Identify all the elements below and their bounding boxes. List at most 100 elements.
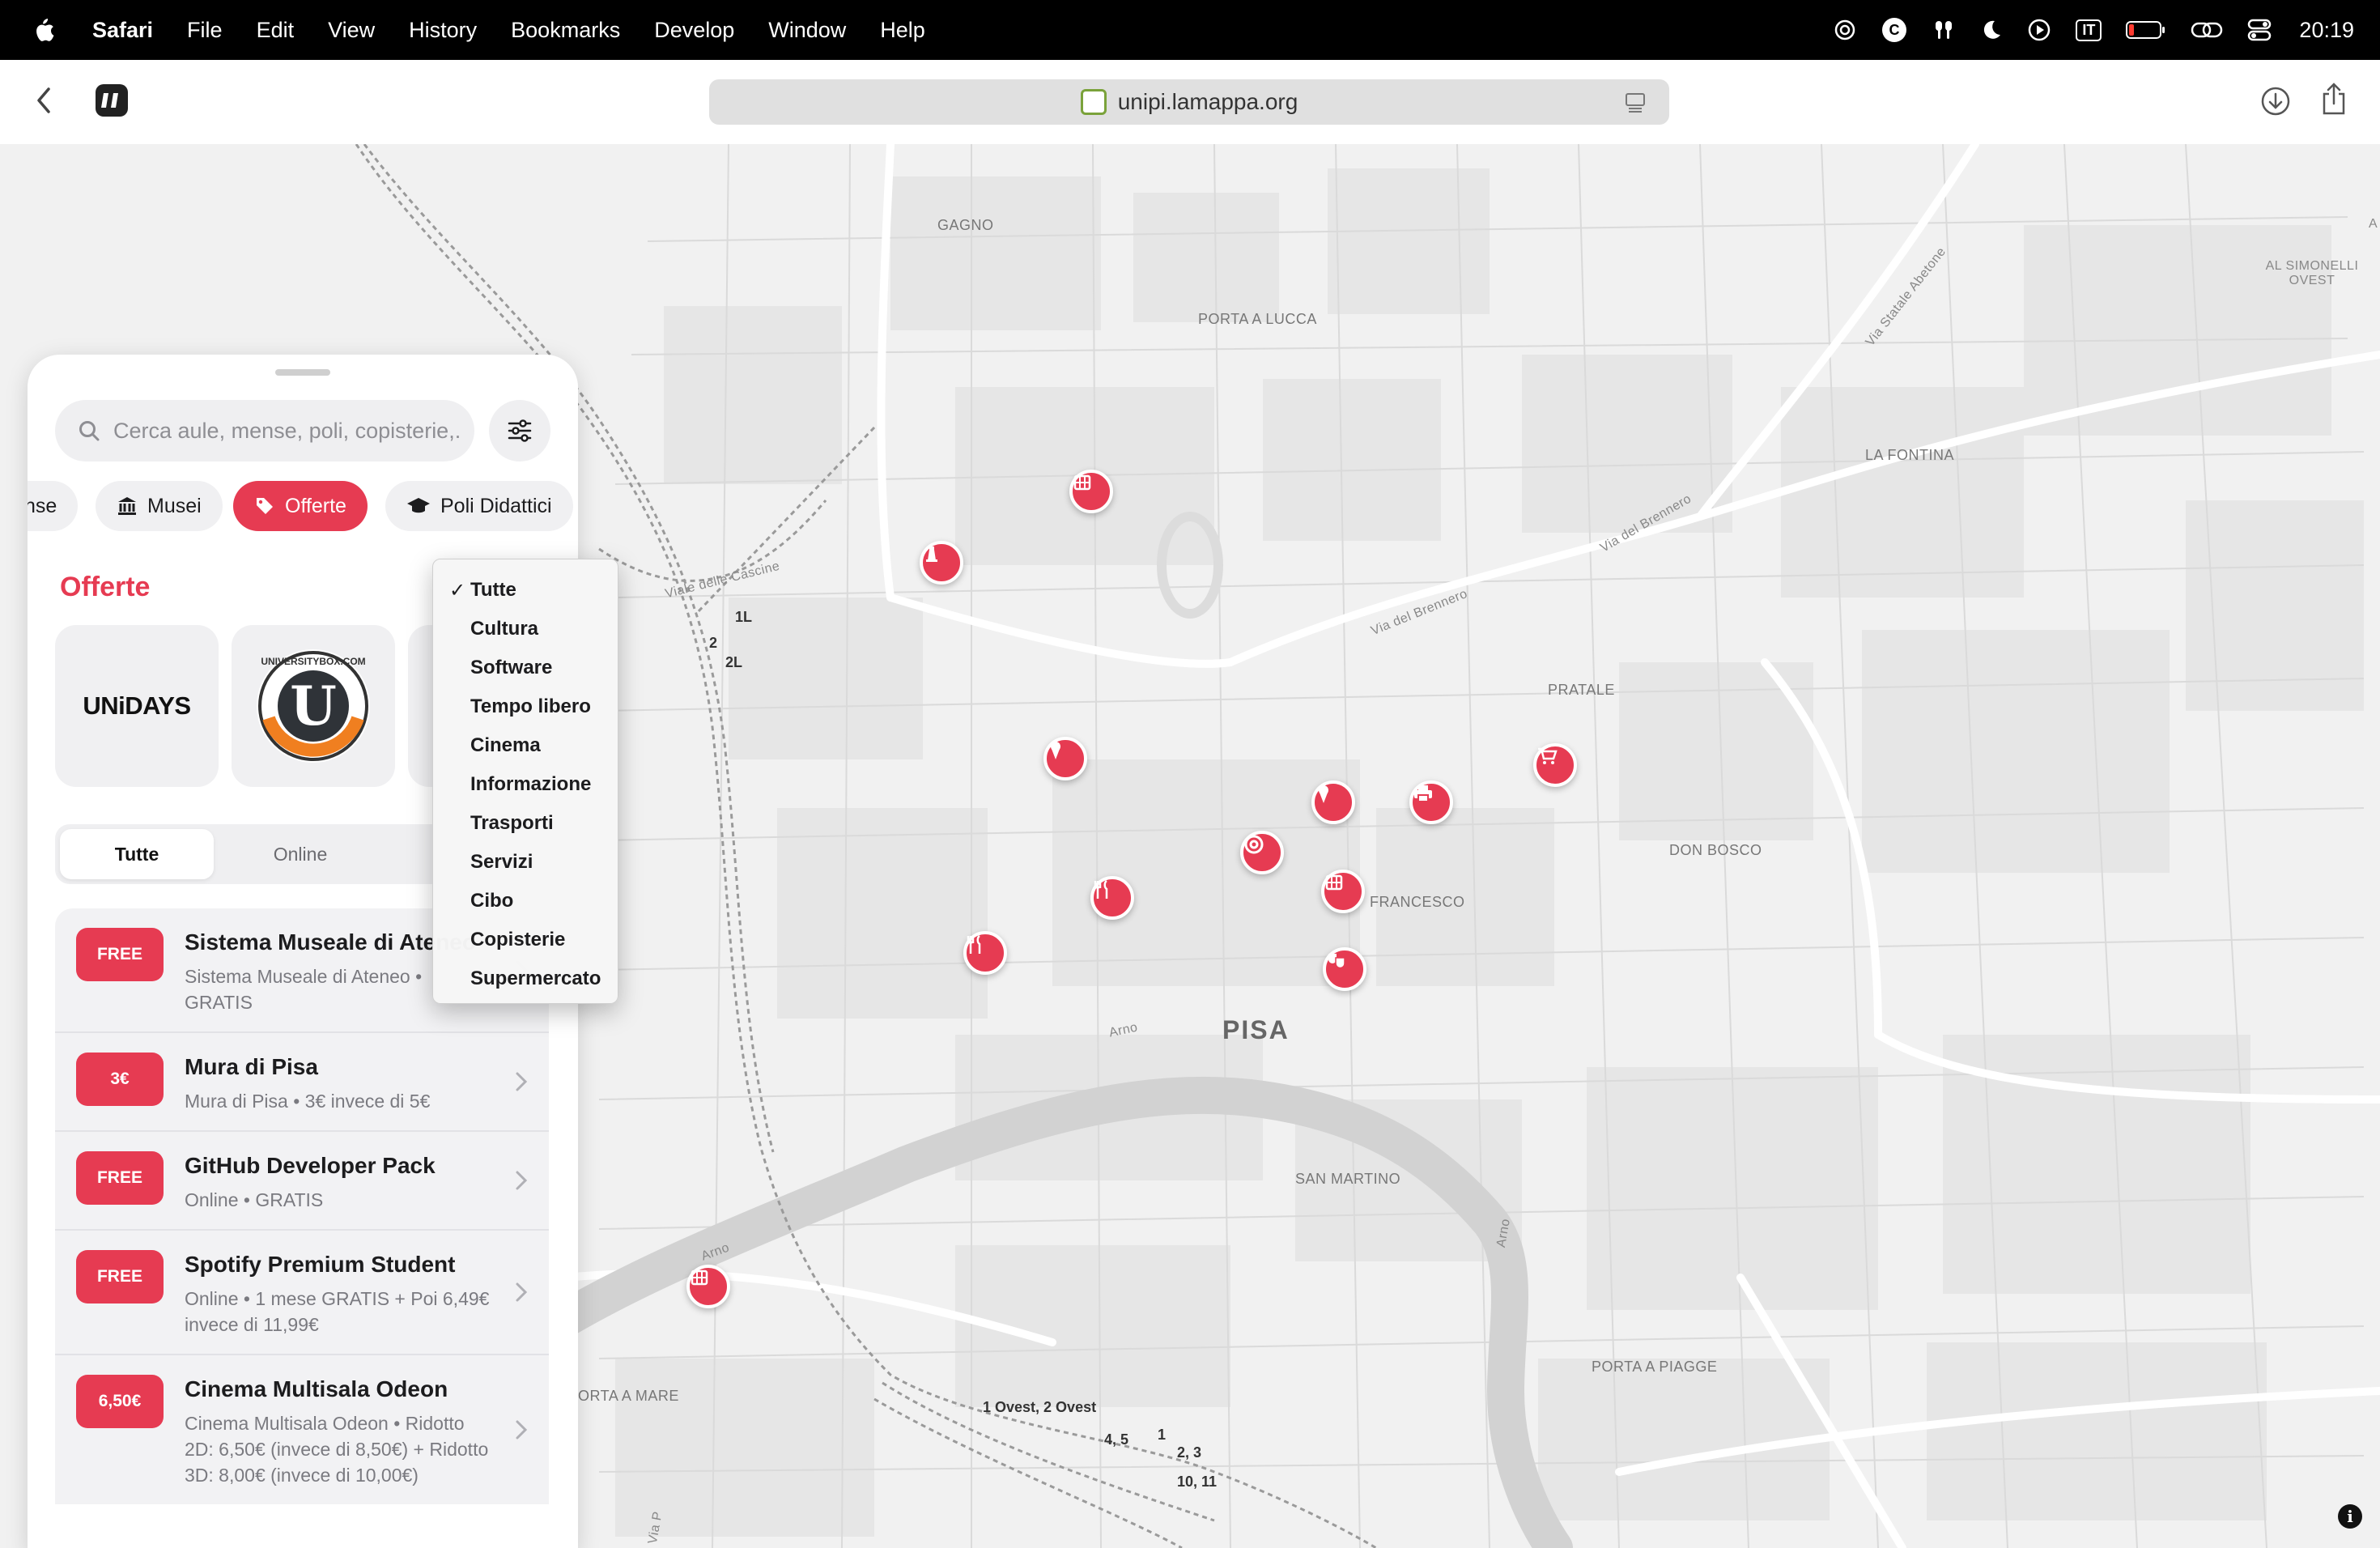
menu-app-name[interactable]: Safari bbox=[92, 18, 153, 43]
dropdown-option-cultura[interactable]: Cultura bbox=[433, 610, 618, 649]
chip-mense[interactable]: nse bbox=[28, 481, 79, 531]
offer-row[interactable]: 3€ Mura di Pisa Mura di Pisa • 3€ invece… bbox=[55, 1033, 549, 1132]
dropdown-option-cinema[interactable]: Cinema bbox=[433, 726, 618, 765]
offer-title: Mura di Pisa bbox=[185, 1054, 318, 1079]
segment-online[interactable]: Online bbox=[223, 829, 377, 879]
map-label-simonelli: AL SIMONELLI OVEST bbox=[2265, 259, 2359, 287]
extension-icon[interactable] bbox=[96, 84, 128, 117]
map-label-pisa: PISA bbox=[1222, 1015, 1290, 1044]
menu-bookmarks[interactable]: Bookmarks bbox=[511, 18, 620, 43]
menu-view[interactable]: View bbox=[328, 18, 375, 43]
dropdown-option-tempo-libero[interactable]: Tempo libero bbox=[433, 687, 618, 726]
brand-card-unidays[interactable]: UNiDAYS bbox=[55, 625, 219, 787]
brand-card-universitybox[interactable]: U UNIVERSITYBOX.COM bbox=[232, 625, 395, 787]
ice-cream-icon bbox=[1319, 785, 1328, 803]
offer-title: Cinema Multisala Odeon bbox=[185, 1376, 448, 1401]
dropdown-option-tutte[interactable]: ✓ Tutte bbox=[433, 571, 618, 610]
filter-button[interactable] bbox=[489, 400, 550, 461]
chevron-right-icon bbox=[516, 1072, 528, 1091]
dropdown-option-copisterie[interactable]: Copisterie bbox=[433, 921, 618, 959]
map-pin-print-shop[interactable] bbox=[1409, 780, 1453, 824]
map-label-edge: A bbox=[2369, 217, 2378, 231]
menu-help[interactable]: Help bbox=[880, 18, 925, 43]
printer-icon bbox=[1414, 785, 1432, 802]
map-pin-service[interactable] bbox=[1240, 831, 1284, 874]
map-label-fontina: LA FONTINA bbox=[1865, 447, 1955, 463]
search-bar[interactable] bbox=[55, 400, 474, 461]
map-pin-cinema[interactable] bbox=[1321, 870, 1365, 913]
map-attribution-info-button[interactable]: i bbox=[2338, 1504, 2362, 1529]
price-badge: FREE bbox=[76, 1250, 164, 1303]
map-pin-supermarket[interactable] bbox=[1533, 743, 1577, 787]
menu-history[interactable]: History bbox=[409, 18, 477, 43]
dropdown-option-servizi[interactable]: Servizi bbox=[433, 843, 618, 882]
map-label-francesco: FRANCESCO bbox=[1370, 894, 1465, 910]
universitybox-logo: U UNIVERSITYBOX.COM bbox=[257, 649, 370, 763]
panel-drag-handle[interactable] bbox=[275, 369, 330, 376]
option-label: Copisterie bbox=[470, 929, 566, 950]
dropdown-option-supermercato[interactable]: Supermercato bbox=[433, 959, 618, 998]
map-label-pratale: PRATALE bbox=[1548, 682, 1615, 698]
rail-label: 1 Ovest, 2 Ovest bbox=[983, 1399, 1097, 1415]
battery-icon[interactable] bbox=[2126, 20, 2166, 40]
airpods-icon[interactable] bbox=[1932, 18, 1956, 42]
offer-row[interactable]: FREE Spotify Premium Student Online • 1 … bbox=[55, 1231, 549, 1355]
map-label-porta-lucca: PORTA A LUCCA bbox=[1198, 311, 1317, 327]
share-icon[interactable] bbox=[2320, 83, 2348, 117]
segment-tutte[interactable]: Tutte bbox=[60, 829, 214, 879]
chip-poli-didattici[interactable]: Poli Didattici bbox=[385, 481, 573, 531]
browser-toolbar: unipi.lamappa.org bbox=[0, 60, 2380, 144]
chip-label: Musei bbox=[147, 494, 202, 517]
offer-row[interactable]: FREE GitHub Developer Pack Online • GRAT… bbox=[55, 1132, 549, 1231]
chevron-right-icon bbox=[516, 1420, 528, 1440]
rail-label: 2, 3 bbox=[1177, 1444, 1202, 1461]
reader-view-icon[interactable] bbox=[1624, 91, 1647, 113]
chip-musei[interactable]: Musei bbox=[96, 481, 223, 531]
dropdown-option-trasporti[interactable]: Trasporti bbox=[433, 804, 618, 843]
menu-edit[interactable]: Edit bbox=[257, 18, 295, 43]
map-pin-ice-cream[interactable] bbox=[1043, 737, 1087, 780]
price-badge: FREE bbox=[76, 1151, 164, 1205]
chip-offerte[interactable]: Offerte bbox=[233, 481, 368, 531]
menu-window[interactable]: Window bbox=[768, 18, 846, 43]
chip-label: Poli Didattici bbox=[440, 494, 552, 517]
map-pin-ice-cream[interactable] bbox=[1311, 780, 1355, 824]
film-icon bbox=[691, 1269, 708, 1286]
link-icon[interactable] bbox=[2191, 19, 2223, 40]
offer-row[interactable]: 6,50€ Cinema Multisala Odeon Cinema Mult… bbox=[55, 1355, 549, 1504]
download-icon[interactable] bbox=[2260, 86, 2291, 117]
apple-icon[interactable] bbox=[32, 17, 55, 43]
map-pin-restaurant[interactable] bbox=[1090, 876, 1134, 920]
map-pin-monument[interactable] bbox=[920, 541, 963, 585]
rail-label: 1 bbox=[1158, 1427, 1167, 1443]
input-language[interactable]: IT bbox=[2076, 19, 2102, 41]
play-circle-icon[interactable] bbox=[2027, 18, 2051, 42]
museum-icon bbox=[118, 497, 136, 515]
map-label-don-bosco: DON BOSCO bbox=[1669, 842, 1762, 858]
dropdown-option-software[interactable]: Software bbox=[433, 649, 618, 687]
menu-bar: Safari File Edit View History Bookmarks … bbox=[0, 0, 2380, 60]
map-pin-cinema[interactable] bbox=[686, 1265, 730, 1308]
back-arrow-icon[interactable] bbox=[34, 86, 53, 115]
rail-label: 1L bbox=[735, 609, 753, 625]
dropdown-option-cibo[interactable]: Cibo bbox=[433, 882, 618, 921]
tag-icon bbox=[257, 498, 273, 514]
map-pin-restaurant[interactable] bbox=[963, 931, 1007, 975]
control-center-icon[interactable] bbox=[2247, 19, 2272, 41]
menu-file[interactable]: File bbox=[187, 18, 223, 43]
category-chips: nse Musei Offerte Poli Didattici bbox=[28, 481, 578, 531]
clock[interactable]: 20:19 bbox=[2299, 18, 2354, 43]
map-pin-cinema[interactable] bbox=[1069, 470, 1113, 513]
map-pin-theater[interactable] bbox=[1323, 947, 1366, 991]
openai-icon[interactable] bbox=[1833, 18, 1857, 42]
dropdown-option-informazione[interactable]: Informazione bbox=[433, 765, 618, 804]
offer-subtitle: Mura di Pisa • 3€ invece di 5€ bbox=[185, 1091, 431, 1112]
map-label-san-martino: SAN MARTINO bbox=[1295, 1171, 1401, 1187]
address-bar[interactable]: unipi.lamappa.org bbox=[709, 79, 1669, 125]
c-app-icon[interactable]: C bbox=[1881, 17, 1907, 43]
moon-icon[interactable] bbox=[1980, 19, 2003, 41]
fork-knife-icon bbox=[1094, 879, 1108, 899]
search-input[interactable] bbox=[113, 418, 461, 444]
menu-develop[interactable]: Develop bbox=[654, 18, 734, 43]
price-badge: FREE bbox=[76, 928, 164, 981]
